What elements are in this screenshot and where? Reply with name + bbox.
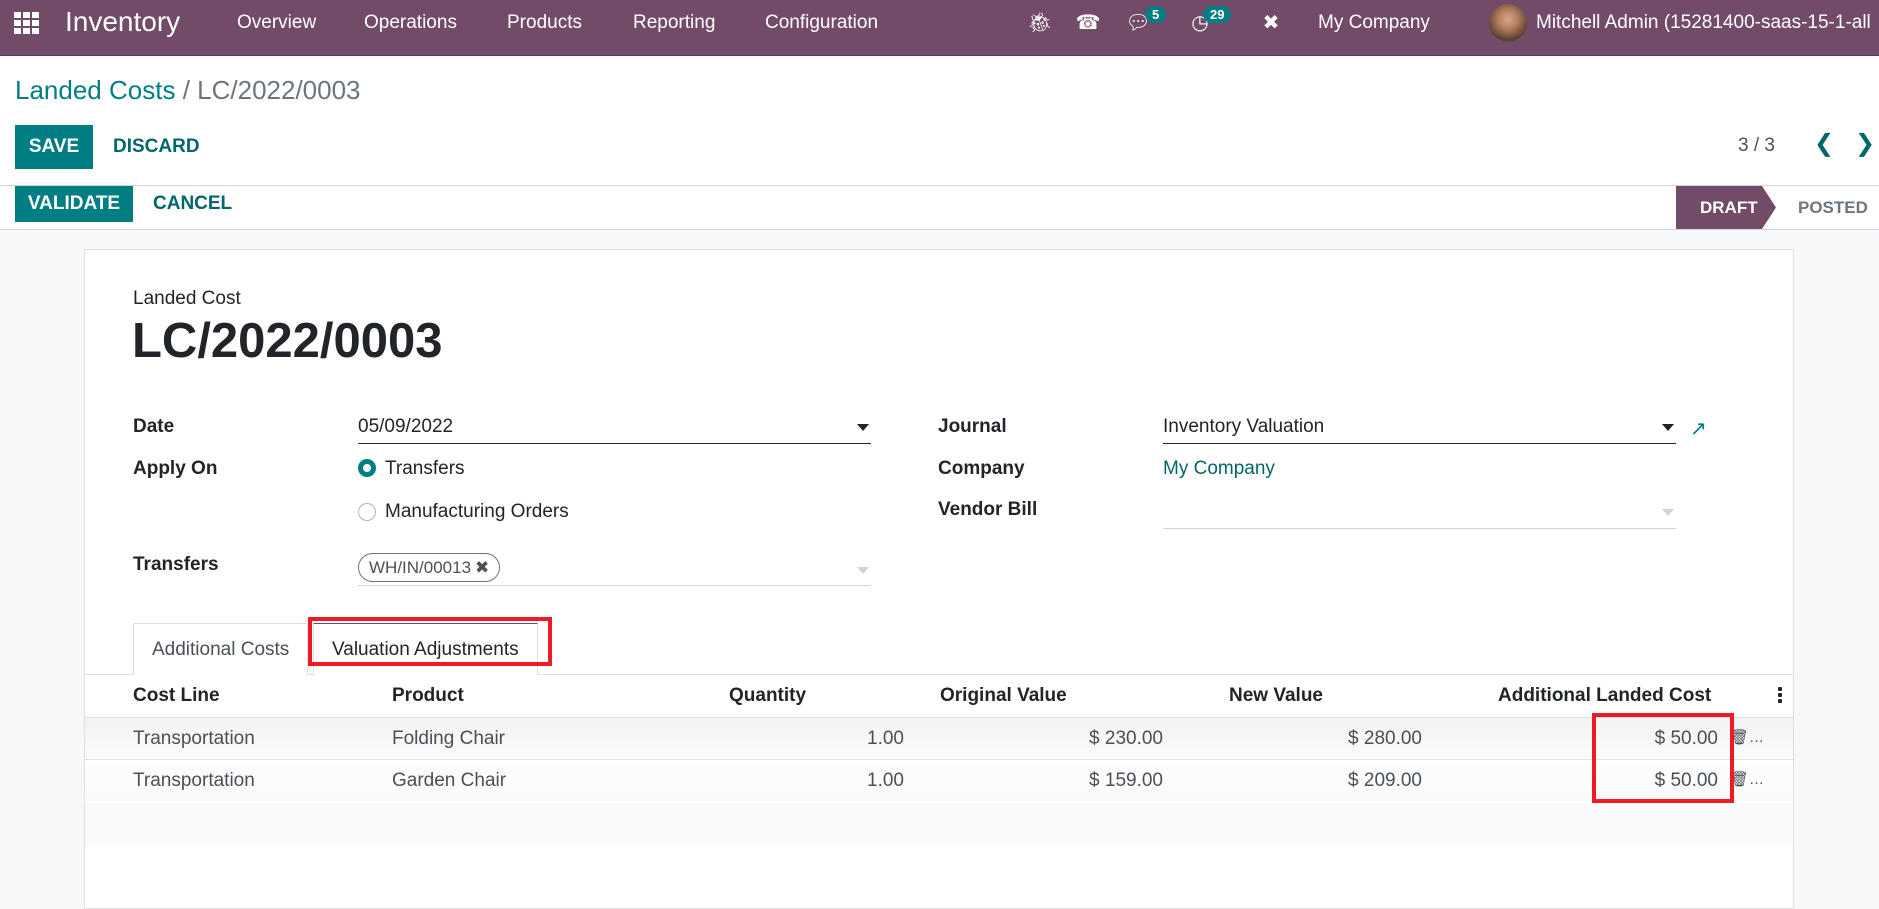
transfers-label: Transfers [133,554,219,575]
apps-menu-icon[interactable] [14,12,40,34]
menu-reporting[interactable]: Reporting [633,12,715,34]
journal-value: Inventory Valuation [1163,416,1325,437]
vendor-bill-dropdown-caret-icon[interactable] [1662,509,1674,516]
external-link-icon[interactable]: ↗ [1690,416,1707,441]
col-cost-line[interactable]: Cost Line [133,685,220,707]
date-label: Date [133,416,175,437]
apply-on-label: Apply On [133,458,218,479]
cell-quantity: 1.00 [867,728,904,749]
validate-button[interactable]: VALIDATE [15,186,133,222]
table-header: Cost Line Product Quantity Original Valu… [85,675,1793,717]
date-dropdown-caret-icon[interactable] [857,424,869,431]
cell-product: Garden Chair [392,770,507,791]
top-navbar: Inventory Overview Operations Products R… [0,0,1879,56]
radio-transfers-label[interactable]: Transfers [385,458,465,480]
menu-operations[interactable]: Operations [364,12,457,34]
transfer-tag: WH/IN/00013 ✖ [358,553,501,582]
user-menu[interactable]: Mitchell Admin (15281400-saas-15-1-all [1536,12,1871,34]
messages-badge: 5 [1145,6,1167,23]
tab-additional-costs[interactable]: Additional Costs [133,623,309,675]
col-original-value[interactable]: Original Value [940,685,1067,707]
cell-cost-line: Transportation [133,770,255,791]
table-row[interactable]: Transportation Folding Chair 1.00 $ 230.… [85,717,1793,759]
breadcrumb-current: LC/2022/0003 [197,75,361,105]
breadcrumb-separator: / [182,75,190,105]
phone-icon[interactable]: ☎︎ [1075,10,1101,35]
control-panel: Landed Costs / LC/2022/0003 SAVE DISCARD… [0,57,1879,185]
stage-draft[interactable]: DRAFT [1676,186,1776,229]
activities-badge: 29 [1203,6,1232,23]
vendor-bill-label: Vendor Bill [938,499,1038,520]
table-row[interactable]: Transportation Garden Chair 1.00 $ 159.0… [85,759,1793,801]
pager-value: 3 / 3 [1738,135,1775,156]
record-type-label: Landed Cost [133,288,241,309]
col-new-value[interactable]: New Value [1229,685,1323,707]
status-bar: VALIDATE CANCEL DRAFT POSTED [0,185,1879,230]
app-name[interactable]: Inventory [65,6,180,38]
remove-tag-icon[interactable]: ✖ [475,558,489,577]
tools-icon[interactable]: ✖ [1258,10,1284,35]
vendor-bill-field[interactable] [1163,497,1676,529]
pager-next-button[interactable]: ❯ [1855,129,1875,158]
company-label: Company [938,458,1025,479]
cancel-button[interactable]: CANCEL [153,193,232,215]
radio-manufacturing-orders-label[interactable]: Manufacturing Orders [385,501,569,523]
debug-bug-icon[interactable]: 🐞︎ [1027,10,1053,35]
menu-configuration[interactable]: Configuration [765,12,878,34]
col-quantity[interactable]: Quantity [729,685,806,707]
cell-new-value: $ 209.00 [1348,770,1422,791]
col-product[interactable]: Product [392,685,464,707]
pager-previous-button[interactable]: ❮ [1814,129,1834,158]
transfers-dropdown-caret-icon[interactable] [857,567,869,574]
breadcrumb: Landed Costs / LC/2022/0003 [15,75,361,106]
record-title: LC/2022/0003 [132,314,443,368]
cell-new-value: $ 280.00 [1348,728,1422,749]
user-avatar[interactable] [1489,4,1527,42]
cell-quantity: 1.00 [867,770,904,791]
menu-products[interactable]: Products [507,12,582,34]
stage-posted[interactable]: POSTED [1798,186,1868,229]
date-value: 05/09/2022 [358,416,454,437]
delete-row-trash-icon[interactable]: 🗑︎… [1730,728,1764,746]
journal-label: Journal [938,416,1007,437]
delete-row-trash-icon[interactable]: 🗑︎… [1730,770,1764,788]
radio-transfers[interactable] [358,459,376,477]
discard-button[interactable]: DISCARD [113,136,200,158]
journal-field[interactable]: Inventory Valuation [1163,412,1676,444]
breadcrumb-parent[interactable]: Landed Costs [15,75,175,105]
optional-columns-kebab-icon[interactable] [1778,687,1782,705]
highlight-annotation-tab [308,617,552,666]
date-field[interactable]: 05/09/2022 [358,412,871,444]
col-additional-landed-cost[interactable]: Additional Landed Cost [1498,685,1711,707]
cell-original-value: $ 159.00 [1089,770,1163,791]
transfer-tag-label: WH/IN/00013 [369,558,472,577]
radio-manufacturing-orders[interactable] [358,503,376,521]
cell-cost-line: Transportation [133,728,255,749]
cell-product: Folding Chair [392,728,505,749]
journal-dropdown-caret-icon[interactable] [1662,424,1674,431]
highlight-annotation-landed-cost [1592,713,1734,803]
menu-overview[interactable]: Overview [237,12,316,34]
cell-original-value: $ 230.00 [1089,728,1163,749]
table-empty-area [85,803,1793,847]
save-button[interactable]: SAVE [15,125,93,169]
company-link[interactable]: My Company [1163,458,1275,480]
company-switcher[interactable]: My Company [1318,12,1430,34]
